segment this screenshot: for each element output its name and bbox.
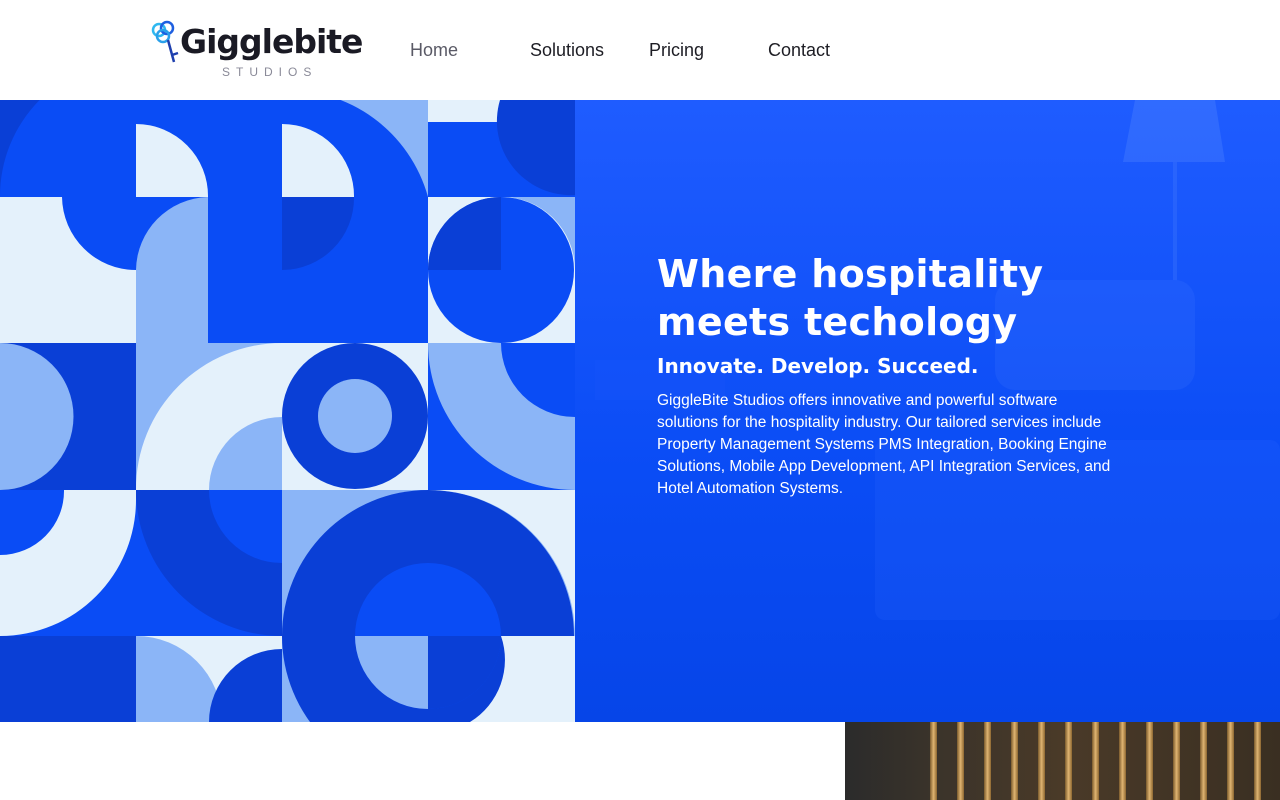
hero-title-line-2: meets techology [657,300,1018,344]
hero-title-line-1: Where hospitality [657,252,1044,296]
hero-copy: Where hospitality meets techology Innova… [657,250,1117,500]
lobby-photo [845,722,1280,800]
nav-contact[interactable]: Contact [768,38,830,62]
main-nav: Home Solutions Pricing Contact [0,0,900,100]
site-header: Gigglebite STUDIOS Home Solutions Pricin… [0,0,1280,100]
hero-title: Where hospitality meets techology [657,250,1117,346]
hero-section: Where hospitality meets techology Innova… [0,100,1280,722]
hero-tagline: Innovate. Develop. Succeed. [657,354,979,378]
nav-home[interactable]: Home [410,38,458,62]
nav-pricing[interactable]: Pricing [649,38,704,62]
nav-solutions[interactable]: Solutions [530,38,604,62]
hero-description: GiggleBite Studios offers innovative and… [657,392,1111,497]
geometric-pattern [0,100,575,722]
